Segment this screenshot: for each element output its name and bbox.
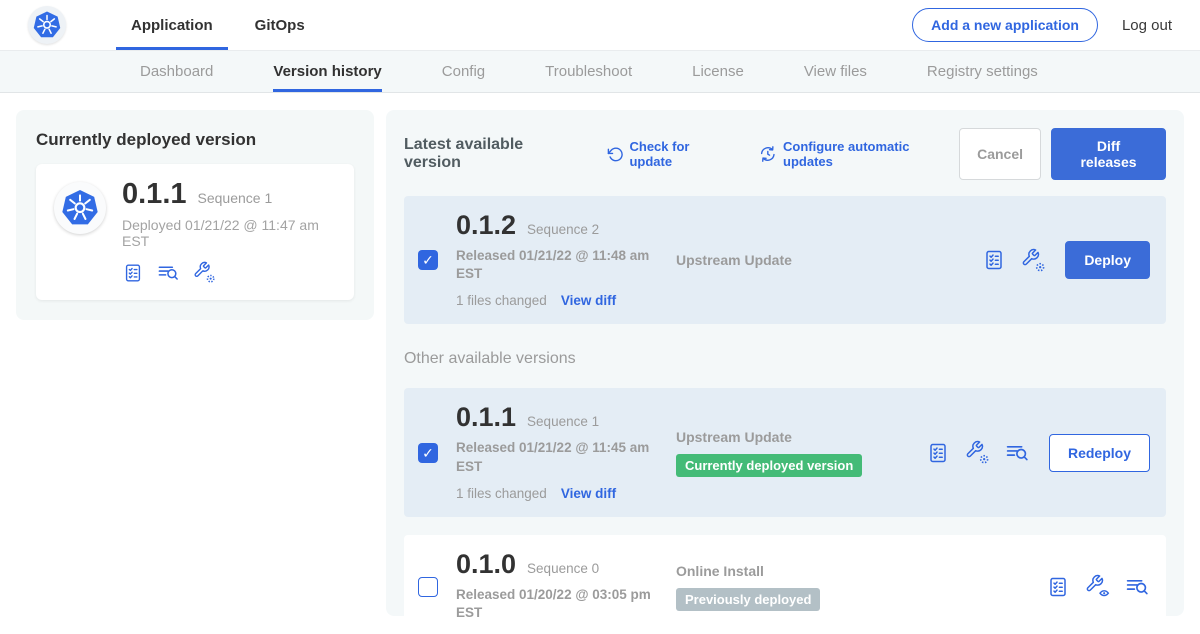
released-timestamp: Released 01/21/22 @ 11:45 am EST: [456, 439, 671, 475]
release-notes-icon[interactable]: [982, 248, 1006, 272]
configure-automatic-updates-link[interactable]: Configure automatic updates: [759, 139, 959, 169]
subnav-item-registry-settings[interactable]: Registry settings: [927, 51, 1038, 92]
version-actions: Redeploy: [926, 434, 1150, 472]
release-notes-icon[interactable]: [1046, 575, 1070, 599]
subnav-item-view-files[interactable]: View files: [804, 51, 867, 92]
subnav-item-version-history[interactable]: Version history: [273, 51, 381, 92]
deploy-button[interactable]: Deploy: [1065, 241, 1150, 279]
top-tabs: Application GitOps: [116, 0, 320, 50]
admin-console: Application GitOps Add a new application…: [0, 0, 1200, 616]
top-nav-right: Add a new application Log out: [912, 8, 1172, 42]
header-buttons: Cancel Diff releases: [959, 128, 1166, 180]
kubernetes-helm-icon: [32, 10, 62, 40]
release-notes-icon[interactable]: [926, 441, 950, 465]
files-changed-row: 1 files changed View diff: [456, 486, 676, 501]
deployed-sequence-label: Sequence 1: [198, 190, 273, 206]
kubernetes-helm-icon: [60, 188, 100, 228]
tab-application[interactable]: Application: [116, 0, 228, 50]
version-info: 0.1.2 Sequence 2 Released 01/21/22 @ 11:…: [456, 212, 676, 308]
tab-gitops[interactable]: GitOps: [240, 0, 320, 50]
version-source: Upstream Update Currently deployed versi…: [676, 429, 926, 477]
view-files-icon[interactable]: [1005, 440, 1030, 465]
version-info: 0.1.0 Sequence 0 Released 01/20/22 @ 03:…: [456, 551, 676, 622]
released-timestamp: Released 01/21/22 @ 11:48 am EST: [456, 247, 671, 283]
version-row: 0.1.0 Sequence 0 Released 01/20/22 @ 03:…: [404, 535, 1166, 634]
edit-config-icon[interactable]: [193, 261, 216, 284]
version-number: 0.1.2: [456, 212, 516, 239]
view-config-icon[interactable]: [1085, 574, 1110, 599]
version-row: 0.1.1 Sequence 1 Released 01/21/22 @ 11:…: [404, 388, 1166, 516]
check-for-update-link[interactable]: Check for update: [607, 139, 734, 169]
version-checkbox[interactable]: [418, 250, 438, 270]
version-number: 0.1.1: [456, 404, 516, 431]
version-actions: [1046, 574, 1150, 599]
edit-config-icon[interactable]: [965, 440, 990, 465]
sequence-label: Sequence 2: [527, 222, 599, 237]
deployed-action-icons: [122, 261, 336, 284]
view-diff-link[interactable]: View diff: [561, 293, 616, 308]
diff-releases-button[interactable]: Diff releases: [1051, 128, 1166, 180]
files-changed-label: 1 files changed: [456, 293, 547, 308]
refresh-icon: [607, 146, 624, 163]
redeploy-button[interactable]: Redeploy: [1049, 434, 1150, 472]
configure-automatic-updates-label: Configure automatic updates: [783, 139, 959, 169]
subnav-item-config[interactable]: Config: [442, 51, 485, 92]
version-checkbox[interactable]: [418, 443, 438, 463]
version-number: 0.1.0: [456, 551, 516, 578]
app-icon-badge: [54, 182, 106, 234]
panel-header: Latest available version Check for updat…: [404, 128, 1166, 180]
files-changed-label: 1 files changed: [456, 486, 547, 501]
cancel-button[interactable]: Cancel: [959, 128, 1041, 180]
subnav-item-troubleshoot[interactable]: Troubleshoot: [545, 51, 632, 92]
release-notes-icon[interactable]: [122, 262, 144, 284]
version-info: 0.1.1 Sequence 1 Released 01/21/22 @ 11:…: [456, 404, 676, 500]
other-available-versions-title: Other available versions: [404, 350, 1166, 368]
sequence-label: Sequence 0: [527, 561, 599, 576]
app-subnav: Dashboard Version history Config Trouble…: [0, 50, 1200, 93]
edit-config-icon[interactable]: [1021, 248, 1046, 273]
sequence-label: Sequence 1: [527, 414, 599, 429]
deployed-version-card: 0.1.1 Sequence 1 Deployed 01/21/22 @ 11:…: [36, 164, 354, 300]
version-row: 0.1.2 Sequence 2 Released 01/21/22 @ 11:…: [404, 196, 1166, 324]
source-label: Online Install: [676, 563, 764, 579]
currently-deployed-title: Currently deployed version: [36, 130, 354, 150]
currently-deployed-card: Currently deployed version 0.1.1 Sequenc…: [16, 110, 374, 320]
currently-deployed-badge: Currently deployed version: [676, 454, 862, 477]
source-label: Upstream Update: [676, 252, 792, 268]
subnav-item-license[interactable]: License: [692, 51, 744, 92]
released-timestamp: Released 01/20/22 @ 03:05 pm EST: [456, 586, 671, 622]
deployed-version-number: 0.1.1: [122, 180, 187, 209]
check-for-update-label: Check for update: [629, 139, 733, 169]
view-files-icon[interactable]: [157, 261, 180, 284]
logout-link[interactable]: Log out: [1122, 17, 1172, 34]
version-source: Online Install Previously deployed: [676, 563, 926, 611]
version-source: Upstream Update: [676, 252, 926, 268]
subnav-item-dashboard[interactable]: Dashboard: [140, 51, 213, 92]
clock-refresh-icon: [759, 145, 777, 163]
version-actions: Deploy: [982, 241, 1150, 279]
app-logo: [28, 6, 66, 44]
files-changed-row: 1 files changed View diff: [456, 293, 676, 308]
add-new-application-button[interactable]: Add a new application: [912, 8, 1098, 42]
deployed-version-info: 0.1.1 Sequence 1 Deployed 01/21/22 @ 11:…: [122, 180, 336, 284]
source-label: Upstream Update: [676, 429, 792, 445]
view-diff-link[interactable]: View diff: [561, 486, 616, 501]
version-checkbox[interactable]: [418, 577, 438, 597]
main-content: Currently deployed version 0.1.1 Sequenc…: [0, 110, 1200, 616]
version-history-panel: Latest available version Check for updat…: [386, 110, 1184, 616]
previously-deployed-badge: Previously deployed: [676, 588, 820, 611]
deployed-timestamp: Deployed 01/21/22 @ 11:47 am EST: [122, 217, 336, 249]
view-files-icon[interactable]: [1125, 574, 1150, 599]
latest-available-title: Latest available version: [404, 136, 581, 172]
top-nav: Application GitOps Add a new application…: [0, 0, 1200, 50]
